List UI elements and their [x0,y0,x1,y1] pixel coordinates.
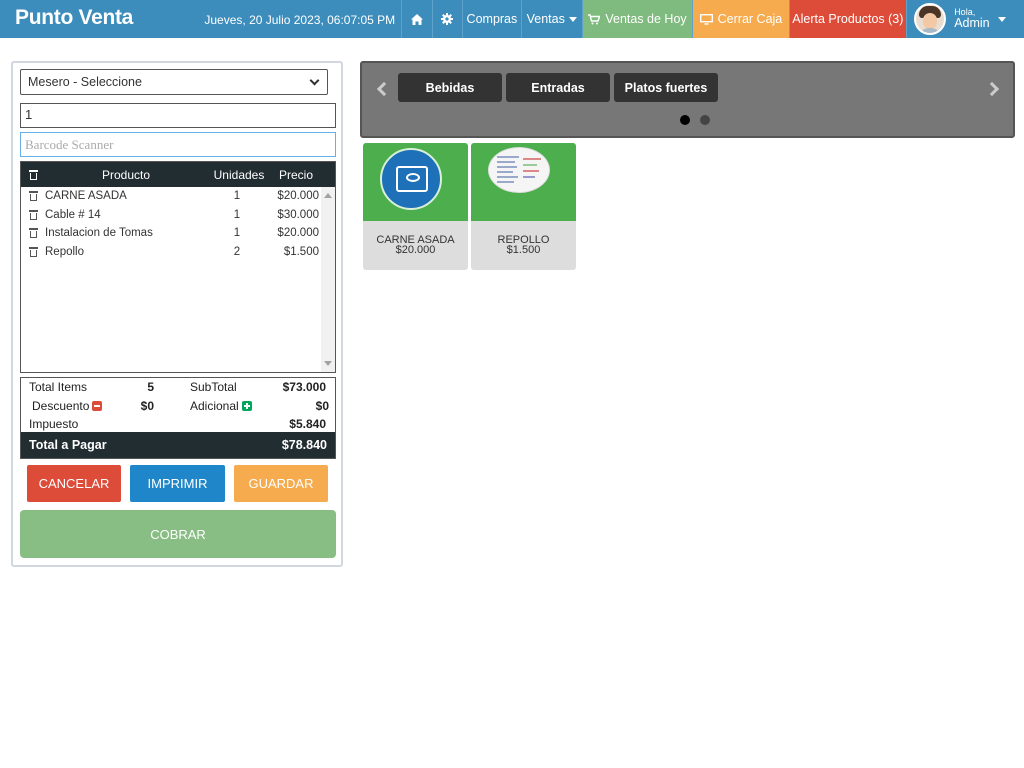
category-bebidas[interactable]: Bebidas [398,73,502,102]
item-unidades[interactable]: 2 [207,246,267,258]
home-icon [410,13,423,25]
compras-menu[interactable]: Compras [461,0,521,38]
adicional-button[interactable]: Adicional [154,399,257,413]
product-image [471,143,576,221]
total-items-label: Total Items [29,380,88,395]
total-label: Total a Pagar [29,438,107,452]
table-body: CARNE ASADA 1 $20.000 Cable # 14 1 $30.0… [21,187,321,372]
avatar [914,3,947,35]
user-name: Admin [954,16,990,31]
plus-square-icon[interactable] [241,400,252,411]
brand-logo[interactable]: Punto Venta [0,0,196,38]
impuesto-value: $5.840 [289,417,326,432]
total-items-value: 5 [147,380,154,395]
product-thumbnail [488,147,550,193]
product-thumbnail [380,148,442,210]
ventas-hoy-button[interactable]: Ventas de Hoy [581,0,693,38]
delete-item-icon[interactable] [21,228,45,239]
cancel-button[interactable]: CANCELAR [27,465,121,502]
grand-total: Total a Pagar $78.840 [21,432,335,458]
carousel-dot-active[interactable] [680,115,690,125]
adicional-value: $0 [315,398,329,413]
item-producto: Repollo [45,245,84,258]
item-unidades[interactable]: 1 [207,190,267,202]
caret-down-icon [568,16,577,22]
table-header: Producto Unidades Precio [21,162,335,187]
subtotal-value: $73.000 [282,380,326,395]
col-precio: Precio [278,167,313,182]
table-row: Instalacion de Tomas 1 $20.000 [21,224,321,243]
scroll-up-icon[interactable] [324,193,332,198]
current-datetime: Jueves, 20 Julio 2023, 06:07:05 PM [204,13,396,27]
print-button[interactable]: IMPRIMIR [130,465,225,502]
carousel-dot[interactable] [700,115,710,125]
order-items-table: Producto Unidades Precio CARNE ASADA 1 $… [20,161,336,373]
item-precio: $20.000 [277,190,319,203]
ventas-hoy-label: Ventas de Hoy [605,12,687,26]
category-entradas[interactable]: Entradas [506,73,610,102]
descuento-label: Descuento [32,398,90,413]
category-carousel: Bebidas Entradas Platos fuertes [360,61,1015,138]
scroll-down-icon[interactable] [324,361,332,366]
item-producto: CARNE ASADA [45,190,127,203]
item-precio: $20.000 [277,227,319,240]
delete-item-icon[interactable] [21,209,45,220]
table-row: Repollo 2 $1.500 [21,243,321,262]
top-navbar: Punto Venta Jueves, 20 Julio 2023, 06:07… [0,0,1024,38]
order-panel: Mesero - Seleccione 1 Barcode Scanner Pr… [11,61,343,567]
product-image [363,143,468,221]
product-label: REPOLLO $1.500 [471,221,576,270]
item-precio: $1.500 [283,245,319,258]
category-platos-fuertes[interactable]: Platos fuertes [614,73,718,102]
totals-box: Total Items 5 SubTotal $73.000 Descuento… [20,377,336,459]
product-price: $1.500 [506,244,541,256]
mesero-select-value: Mesero - Seleccione [28,75,142,89]
table-scrollbar[interactable] [321,187,335,372]
cerrar-caja-label: Cerrar Caja [717,12,783,26]
product-card[interactable]: REPOLLO $1.500 [471,143,576,270]
table-row: CARNE ASADA 1 $20.000 [21,187,321,206]
descuento-value: $0 [140,398,154,413]
cart-icon [588,13,601,24]
item-unidades[interactable]: 1 [207,227,267,239]
gear-icon [441,13,454,25]
pay-button[interactable]: COBRAR [20,510,336,558]
item-unidades[interactable]: 1 [207,209,267,221]
home-button[interactable] [401,0,431,38]
ventas-label: Ventas [526,12,565,26]
delete-item-icon[interactable] [21,246,45,257]
quantity-input[interactable]: 1 [20,103,336,128]
alerta-productos-button[interactable]: Alerta Productos (3) [788,0,907,38]
table-row: Cable # 14 1 $30.000 [21,206,321,225]
save-button[interactable]: GUARDAR [234,465,328,502]
minus-square-icon[interactable] [92,400,103,411]
barcode-input[interactable]: Barcode Scanner [20,132,336,157]
monitor-icon [699,13,713,25]
item-precio: $30.000 [277,208,319,221]
user-menu[interactable]: Hola, Admin [906,0,1024,38]
descuento-button[interactable]: Descuento [21,399,131,413]
mesero-select[interactable]: Mesero - Seleccione [20,69,328,95]
col-unidades: Unidades [213,167,265,182]
settings-button[interactable] [431,0,462,38]
delete-item-icon[interactable] [21,191,45,202]
trash-icon [21,169,45,180]
col-producto: Producto [101,167,151,182]
total-value: $78.840 [281,438,327,452]
caret-down-icon [997,16,1006,22]
product-label: CARNE ASADA $20.000 [363,221,468,270]
chevron-right-icon[interactable] [984,81,1000,97]
chevron-left-icon[interactable] [376,81,392,97]
product-card[interactable]: CARNE ASADA $20.000 [363,143,468,270]
cerrar-caja-button[interactable]: Cerrar Caja [692,0,789,38]
chevron-down-icon [309,75,320,85]
item-producto: Cable # 14 [45,208,101,221]
item-producto: Instalacion de Tomas [45,227,153,240]
ventas-menu[interactable]: Ventas [520,0,582,38]
adicional-label: Adicional [190,398,239,413]
subtotal-label: SubTotal [190,380,237,395]
impuesto-label: Impuesto [29,417,79,432]
product-price: $20.000 [395,244,436,256]
